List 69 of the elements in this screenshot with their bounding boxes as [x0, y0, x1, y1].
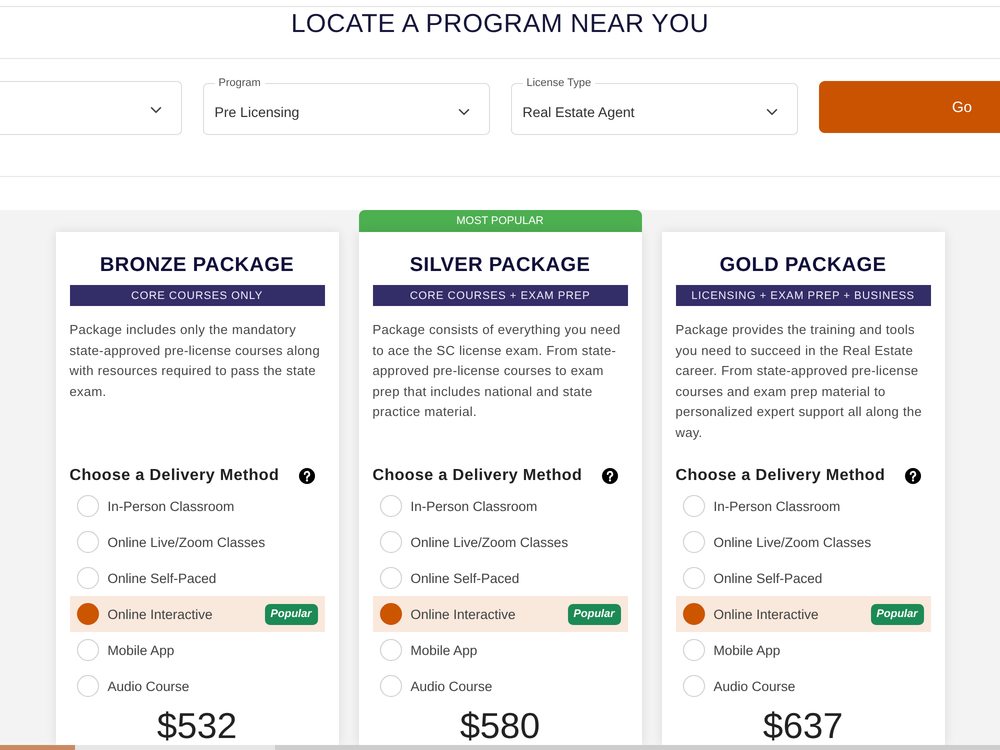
delivery-option[interactable]: Audio Course: [70, 668, 324, 704]
dropdown-field[interactable]: License Type Real Estate Agent: [510, 77, 798, 135]
most-popular-banner: MOST POPULAR: [358, 210, 642, 232]
option-label: Mobile App: [108, 642, 176, 658]
option-label: Mobile App: [714, 642, 782, 658]
delivery-option[interactable]: In-Person Classroom: [372, 488, 628, 524]
option-label: Online Live/Zoom Classes: [410, 534, 570, 550]
package-subtitle: CORE COURSES + EXAM PREP: [372, 285, 628, 306]
field-label: Program: [218, 77, 262, 90]
radio-icon[interactable]: [380, 603, 402, 625]
delivery-option[interactable]: In-Person Classroom: [70, 488, 324, 524]
option-label: In-Person Classroom: [108, 498, 236, 514]
option-label: Online Self-Paced: [108, 570, 218, 586]
package-price: $637: [762, 708, 844, 744]
delivery-option[interactable]: Online Self-Paced: [372, 560, 628, 596]
delivery-option[interactable]: Audio Course: [676, 668, 930, 704]
delivery-option[interactable]: Online Live/Zoom Classes: [70, 524, 324, 560]
radio-icon[interactable]: [682, 603, 704, 625]
option-label: Online Live/Zoom Classes: [108, 534, 266, 550]
package-description: Package consists of everything you need to ace the SC license exam. From state-approved pre-license courses to exam prep that includes national and state practice material.: [372, 321, 622, 421]
package-subtitle: CORE COURSES ONLY: [70, 285, 324, 306]
popular-badge: Popular: [568, 604, 620, 624]
delivery-heading: Choose a Delivery Method: [372, 466, 582, 486]
package-title: SILVER PACKAGE: [408, 253, 592, 277]
package-title: BRONZE PACKAGE: [98, 253, 296, 277]
delivery-option[interactable]: Mobile App: [676, 632, 930, 668]
option-label: Online Self-Paced: [410, 570, 520, 586]
option-label: Online Self-Paced: [714, 570, 824, 586]
page-title: LOCATE A PROGRAM NEAR YOU: [291, 8, 709, 38]
field-label: License Type: [526, 77, 592, 90]
delivery-heading: Choose a Delivery Method: [70, 466, 280, 486]
package-price: $580: [458, 708, 542, 744]
package-description: Package includes only the mandatory state-approved pre-license courses along with resources required to pass the state exam.: [70, 321, 321, 400]
option-label: Mobile App: [410, 642, 478, 658]
package-title: GOLD PACKAGE: [718, 253, 888, 277]
option-label: In-Person Classroom: [714, 498, 842, 514]
option-label: Audio Course: [410, 678, 494, 694]
option-label: Audio Course: [108, 678, 190, 694]
delivery-option[interactable]: In-Person Classroom: [676, 488, 930, 524]
delivery-option[interactable]: Mobile App: [70, 632, 324, 668]
delivery-option[interactable]: Online Self-Paced: [676, 560, 930, 596]
option-label: In-Person Classroom: [410, 498, 538, 514]
delivery-option[interactable]: Online Live/Zoom Classes: [372, 524, 628, 560]
option-label: Online Interactive: [714, 606, 820, 622]
package-description: Package provides the training and tools you need to succeed in the Real Estate career. From state-approved pre-license courses and exam prep material to personalized expert support all along the way.: [676, 321, 923, 442]
help-icon[interactable]: [602, 468, 618, 484]
field-value: Pre Licensing: [214, 104, 300, 120]
delivery-option[interactable]: Online Interactive Popular: [70, 596, 324, 632]
help-icon[interactable]: [298, 468, 314, 484]
package-price: $532: [156, 708, 238, 744]
option-label: Online Live/Zoom Classes: [714, 534, 872, 550]
delivery-option[interactable]: Online Self-Paced: [70, 560, 324, 596]
dropdown-field[interactable]: Program Pre Licensing: [202, 77, 490, 135]
delivery-option[interactable]: Audio Course: [372, 668, 628, 704]
popular-badge: Popular: [870, 604, 924, 624]
package-subtitle: LICENSING + EXAM PREP + BUSINESS: [676, 285, 930, 306]
delivery-option[interactable]: Online Interactive Popular: [372, 596, 628, 632]
delivery-option[interactable]: Online Live/Zoom Classes: [676, 524, 930, 560]
delivery-option[interactable]: Mobile App: [372, 632, 628, 668]
delivery-option[interactable]: Online Interactive Popular: [676, 596, 930, 632]
option-label: Audio Course: [714, 678, 796, 694]
help-icon[interactable]: [904, 468, 920, 484]
delivery-heading: Choose a Delivery Method: [676, 466, 886, 486]
go-button[interactable]: Go: [818, 81, 1000, 133]
option-label: Online Interactive: [410, 606, 517, 622]
field-value: Real Estate Agent: [522, 104, 635, 120]
radio-icon[interactable]: [76, 603, 98, 625]
option-label: Online Interactive: [108, 606, 214, 622]
popular-badge: Popular: [264, 604, 318, 624]
